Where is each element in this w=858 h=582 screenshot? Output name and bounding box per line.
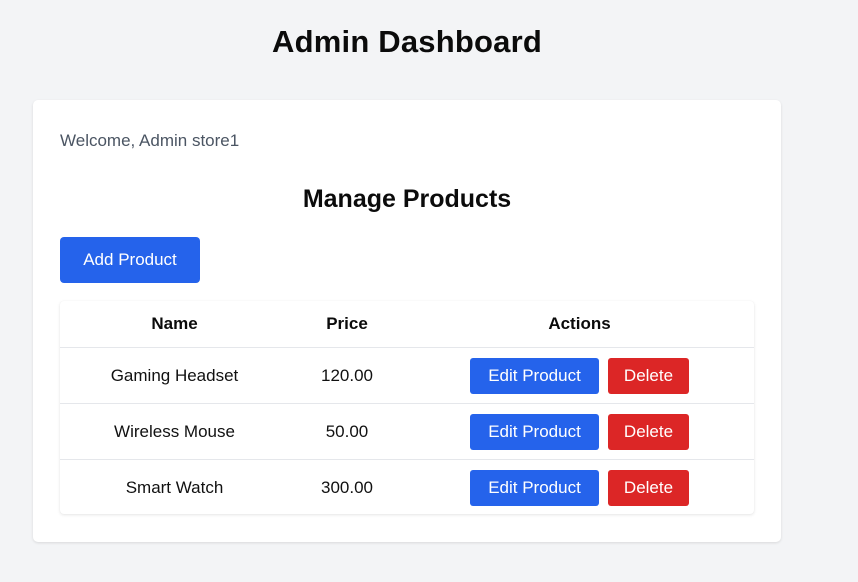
edit-product-button[interactable]: Edit Product [470, 357, 599, 394]
product-name: Gaming Headset [60, 347, 289, 404]
product-price: 50.00 [289, 403, 405, 460]
edit-product-button[interactable]: Edit Product [470, 469, 599, 506]
product-actions: Edit Product Delete [405, 460, 754, 515]
product-actions: Edit Product Delete [405, 403, 754, 460]
add-product-button[interactable]: Add Product [60, 237, 200, 283]
table-row: Wireless Mouse 50.00 Edit Product Delete [60, 403, 754, 460]
products-table-container: Name Price Actions Gaming Headset 120.00… [60, 301, 754, 514]
table-row: Smart Watch 300.00 Edit Product Delete [60, 460, 754, 515]
product-name: Smart Watch [125, 477, 224, 497]
product-name: Wireless Mouse [60, 403, 289, 460]
delete-product-button[interactable]: Delete [608, 469, 689, 506]
delete-product-button[interactable]: Delete [608, 357, 689, 394]
table-header-row: Name Price Actions [60, 301, 754, 348]
product-actions: Edit Product Delete [405, 347, 754, 404]
column-header-name: Name [60, 301, 289, 348]
page-title: Admin Dashboard [272, 24, 542, 59]
section-title: Manage Products [302, 185, 512, 213]
products-table: Name Price Actions Gaming Headset 120.00… [60, 301, 754, 514]
delete-product-button[interactable]: Delete [608, 413, 689, 450]
edit-product-button[interactable]: Edit Product [470, 413, 599, 450]
column-header-price: Price [289, 301, 405, 348]
product-price: 300.00 [321, 477, 373, 497]
table-row: Gaming Headset 120.00 Edit Product Delete [60, 347, 754, 404]
welcome-message: Welcome, Admin store1 [60, 131, 240, 150]
dashboard-card: Welcome, Admin store1 Manage Products Ad… [33, 100, 781, 542]
column-header-actions: Actions [405, 301, 754, 348]
product-price: 120.00 [289, 347, 405, 404]
